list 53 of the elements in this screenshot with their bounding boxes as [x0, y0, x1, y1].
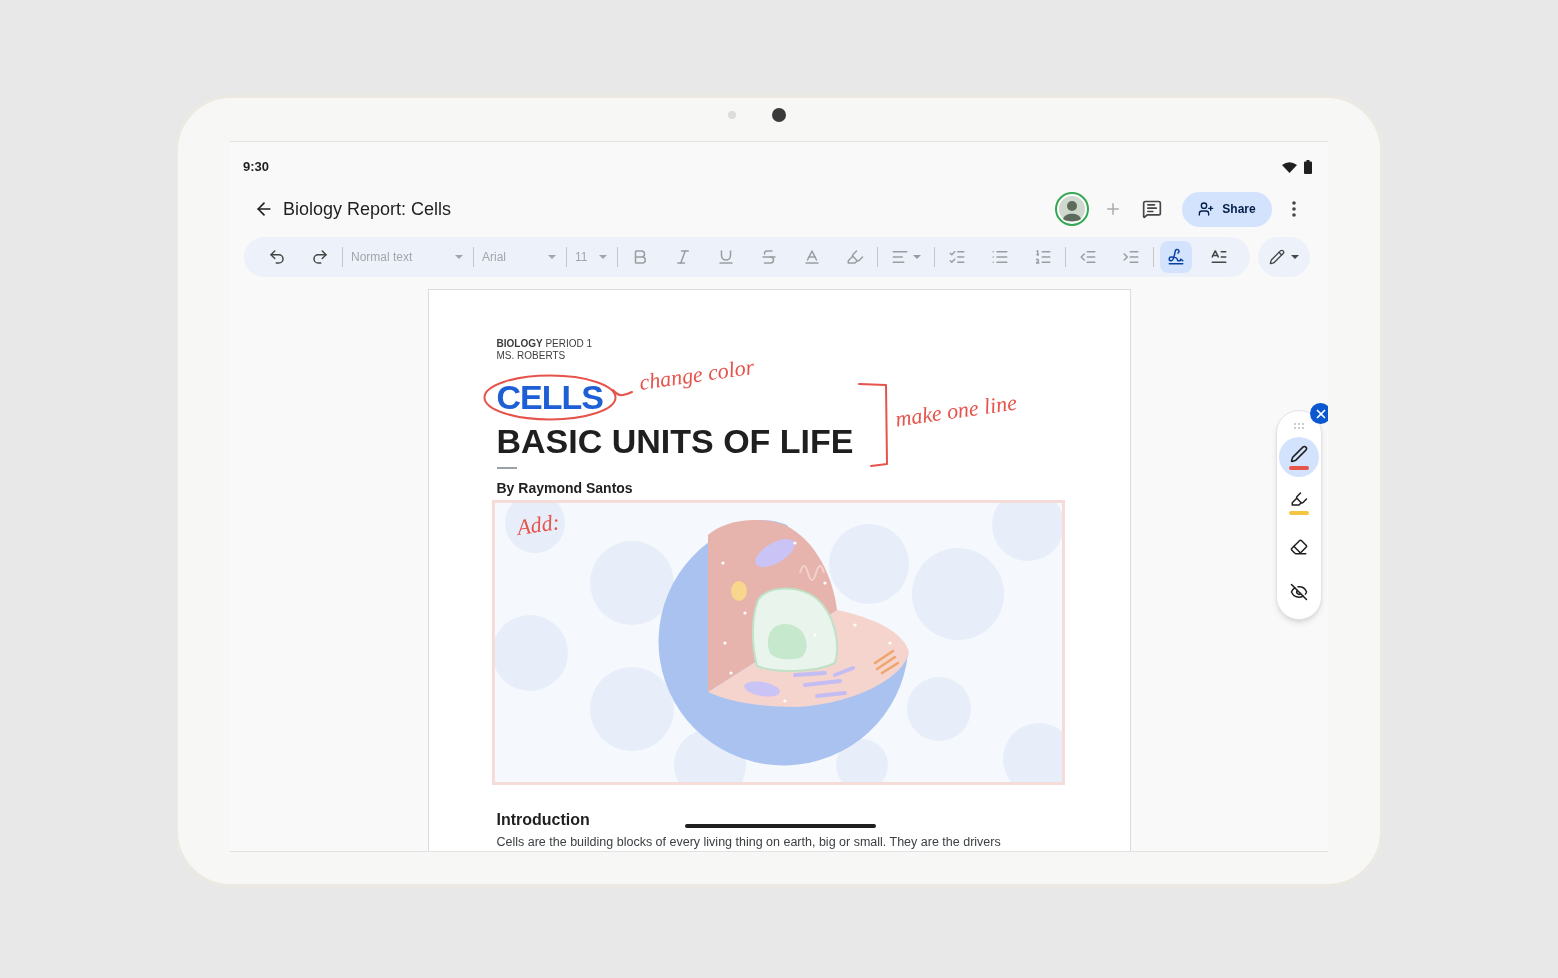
increase-indent-icon: [1122, 248, 1140, 266]
body-paragraph: Cells are the building blocks of every living thing on earth, big or small. They are the drivers: [496, 834, 1001, 850]
bulleted-list-icon: [991, 248, 1009, 266]
avatar-icon: [1055, 192, 1089, 226]
checklist-icon: [948, 248, 966, 266]
teacher-label: MS. ROBERTS: [496, 350, 566, 362]
caret-icon: [455, 255, 463, 259]
document-title-heading: CELLS: [496, 385, 603, 409]
person-add-icon: [1198, 201, 1215, 217]
share-button[interactable]: Share: [1182, 191, 1272, 227]
text-color-icon: [803, 248, 821, 266]
close-button[interactable]: [1310, 403, 1328, 424]
redo-icon: [311, 248, 329, 266]
sensor-icon: [728, 111, 736, 119]
highlighter-icon: [846, 248, 864, 266]
numbered-list-icon: [1034, 248, 1052, 266]
underline-icon: [717, 248, 735, 266]
handwritten-note: change color: [637, 354, 756, 396]
align-left-icon: [891, 248, 909, 266]
course-label: BIOLOGY PERIOD 1: [496, 338, 593, 350]
drag-handle-icon[interactable]: [1294, 423, 1304, 429]
pencil-icon: [1269, 249, 1285, 265]
strikethrough-icon: [760, 248, 778, 266]
eraser-icon: [1290, 538, 1308, 556]
comments-button[interactable]: [1141, 198, 1163, 220]
caret-icon: [599, 255, 607, 259]
pen-tool-button[interactable]: [1279, 437, 1319, 477]
italic-icon: [674, 248, 692, 266]
handwriting-mode-button[interactable]: [1160, 241, 1192, 273]
caret-icon: [1291, 255, 1299, 259]
highlighter-icon: [1290, 489, 1308, 508]
undo-icon: [268, 248, 286, 266]
wifi-icon: [1282, 161, 1297, 173]
pen-icon: [1290, 444, 1308, 463]
more-vertical-icon: [1292, 201, 1296, 217]
status-time: 9:30: [243, 158, 270, 177]
handwritten-note: make one line: [893, 389, 1018, 433]
eye-off-icon: [1290, 583, 1308, 601]
battery-icon: [1304, 160, 1312, 174]
pen-squiggle-icon: [1167, 248, 1185, 266]
section-heading: Introduction: [496, 810, 590, 830]
document-subtitle: BASIC UNITS OF LIFE: [496, 421, 854, 462]
comment-icon: [1142, 199, 1162, 219]
pen-dropdown-button[interactable]: [1258, 237, 1310, 277]
camera-lens-icon: [772, 108, 786, 122]
text-format-icon: [1210, 248, 1228, 266]
caret-icon: [548, 255, 556, 259]
decrease-indent-icon: [1079, 248, 1097, 266]
caret-icon: [913, 255, 921, 259]
document-title: Biology Report: Cells: [283, 197, 452, 221]
handwritten-note: Add:: [514, 509, 561, 541]
plus-icon: [1104, 200, 1122, 218]
author-byline: By Raymond Santos: [496, 480, 633, 496]
